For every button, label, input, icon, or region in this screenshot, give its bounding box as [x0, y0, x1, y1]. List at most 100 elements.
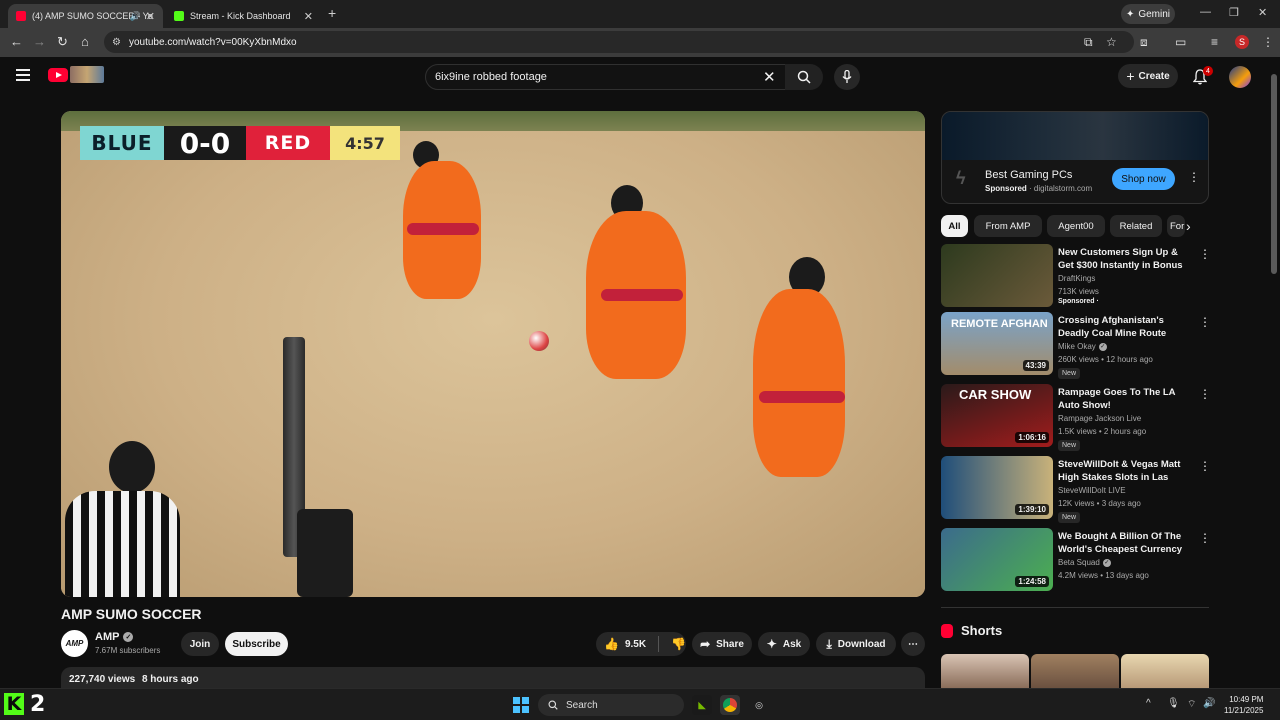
reload-icon[interactable]: ↻ [57, 34, 68, 50]
short-thumbnail[interactable] [1121, 654, 1209, 688]
recommendation-title[interactable]: We Bought A Billion Of The World's Cheap… [1058, 530, 1193, 556]
sumo-belt [407, 223, 479, 235]
recommendation-title[interactable]: Crossing Afghanistan's Deadly Coal Mine … [1058, 314, 1193, 340]
chrome-app-icon[interactable] [720, 695, 740, 715]
nvidia-app-icon[interactable]: ◣ [692, 695, 712, 715]
minimize-icon[interactable]: — [1200, 6, 1211, 18]
menu-icon[interactable] [16, 69, 30, 81]
network-icon[interactable]: ⌔ [1187, 698, 1196, 711]
join-button[interactable]: Join [181, 632, 219, 656]
recommendation-channel[interactable]: SteveWillDoIt LIVE [1058, 486, 1126, 495]
recommendation-channel[interactable]: DraftKings [1058, 274, 1095, 283]
recommendation-channel[interactable]: Beta Squad ✓ [1058, 558, 1111, 567]
channel-name[interactable]: AMP ✓ [95, 631, 134, 643]
more-vertical-icon[interactable]: ⋮ [1199, 531, 1211, 545]
site-info-icon[interactable]: ⚙ [112, 37, 121, 48]
gemini-button[interactable]: ✦ Gemini [1121, 4, 1175, 24]
more-actions-button[interactable]: ⋯ [901, 632, 925, 656]
short-thumbnail[interactable] [1031, 654, 1119, 688]
recommendation-meta: 260K views • 12 hours ago [1058, 355, 1153, 364]
recommendation-item[interactable]: 1:24:58 We Bought A Billion Of The World… [941, 528, 1211, 592]
tab-youtube[interactable]: (4) AMP SUMO SOCCER - Yo 🔊 ✕ [8, 4, 163, 28]
video-thumbnail[interactable]: CAR SHOW 1:06:16 [941, 384, 1053, 447]
bookmark-star-icon[interactable]: ☆ [1106, 35, 1117, 49]
recommendation-title[interactable]: New Customers Sign Up & Get $300 Instant… [1058, 246, 1193, 272]
recommendation-item[interactable]: CAR SHOW 1:06:16 Rampage Goes To The LA … [941, 384, 1211, 451]
recommendation-item[interactable]: 1:39:10 SteveWillDoIt & Vegas Matt High … [941, 456, 1211, 523]
chevron-right-icon[interactable]: › [1186, 218, 1191, 234]
subscribe-button[interactable]: Subscribe [225, 632, 288, 656]
recommendation-meta: 1.5K views • 2 hours ago [1058, 427, 1147, 436]
chip-all[interactable]: All [941, 215, 968, 237]
tab-kick-dashboard[interactable]: Stream - Kick Dashboard ✕ [166, 4, 321, 28]
side-panel-icon[interactable]: ▭ [1175, 35, 1186, 49]
speaker-icon[interactable]: 🔊 [130, 11, 141, 22]
youtube-header: 6ix9ine robbed footage ✕ + Create 4 [0, 57, 1280, 97]
verified-check-icon: ✓ [1098, 342, 1107, 351]
close-tab-icon[interactable]: ✕ [304, 10, 313, 23]
chip-related[interactable]: Related [1110, 215, 1162, 237]
chip-for-you[interactable]: For [1167, 215, 1185, 237]
video-player[interactable]: BLUE 0-0 RED 4:57 [61, 111, 925, 597]
shop-now-button[interactable]: Shop now [1112, 168, 1175, 190]
chip-from-amp[interactable]: From AMP [974, 215, 1042, 237]
video-thumbnail[interactable]: 1:39:10 [941, 456, 1053, 519]
volume-icon[interactable]: 🔊 [1203, 698, 1215, 709]
more-vertical-icon[interactable]: ⋮ [1199, 315, 1211, 329]
more-vertical-icon[interactable]: ⋮ [1199, 247, 1211, 261]
clear-search-icon[interactable]: ✕ [763, 68, 776, 86]
voice-search-button[interactable] [834, 64, 860, 90]
search-input[interactable]: 6ix9ine robbed footage [425, 64, 787, 90]
sponsored-ad-card[interactable]: ϟ Best Gaming PCs Sponsored · digitalsto… [941, 111, 1209, 204]
like-button[interactable]: 👍 9.5K [604, 637, 646, 651]
video-thumbnail[interactable] [941, 244, 1053, 307]
microphone-tray-icon[interactable]: 🎙 [1167, 698, 1180, 709]
obs-app-icon[interactable]: ◎ [749, 695, 769, 715]
back-icon[interactable]: ← [10, 34, 23, 49]
scrollbar-thumb[interactable] [1271, 74, 1277, 274]
recommendation-item[interactable]: New Customers Sign Up & Get $300 Instant… [941, 244, 1211, 308]
ad-more-icon[interactable]: ⋮ [1188, 170, 1200, 184]
windows-start-icon[interactable] [513, 697, 529, 713]
more-vertical-icon[interactable]: ⋮ [1199, 459, 1211, 473]
recommendation-channel[interactable]: Rampage Jackson Live [1058, 414, 1141, 423]
recommendation-channel[interactable]: Mike Okay ✓ [1058, 342, 1107, 351]
share-label: Share [716, 638, 744, 650]
system-clock[interactable]: 10:49 PM 11/21/2025 [1224, 694, 1263, 716]
create-button[interactable]: + Create [1118, 64, 1178, 88]
tray-chevron-icon[interactable]: ^ [1146, 698, 1151, 709]
thumbs-down-icon[interactable]: 👎 [671, 637, 686, 651]
notification-count-badge: 4 [1203, 66, 1213, 76]
url-field[interactable]: ⚙ youtube.com/watch?v=00KyXbnMdxo [104, 31, 1134, 53]
cast-icon[interactable]: ⧉ [1084, 35, 1093, 50]
close-tab-icon[interactable]: ✕ [146, 10, 155, 23]
ask-button[interactable]: ✦ Ask [758, 632, 810, 656]
browser-menu-icon[interactable]: ⋮ [1262, 35, 1274, 49]
share-button[interactable]: ➦ Share [692, 632, 752, 656]
youtube-logo[interactable] [48, 68, 68, 82]
recommendation-item[interactable]: REMOTE AFGHAN 43:39 Crossing Afghanistan… [941, 312, 1211, 379]
media-controls-icon[interactable]: ≡ [1211, 35, 1218, 49]
channel-avatar[interactable]: AMP [61, 630, 88, 657]
page-scrollbar[interactable] [1270, 62, 1278, 688]
extensions-icon[interactable]: ⧈ [1140, 35, 1148, 50]
forward-icon[interactable]: → [33, 34, 46, 49]
recommendation-title[interactable]: SteveWillDoIt & Vegas Matt High Stakes S… [1058, 458, 1193, 484]
taskbar-search[interactable]: Search [538, 694, 684, 716]
video-thumbnail[interactable]: REMOTE AFGHAN 43:39 [941, 312, 1053, 375]
download-button[interactable]: ⤓ Download [816, 632, 896, 656]
close-window-icon[interactable]: ✕ [1258, 6, 1267, 19]
youtube-doodle-logo[interactable] [70, 66, 104, 83]
more-vertical-icon[interactable]: ⋮ [1199, 387, 1211, 401]
short-thumbnail[interactable] [941, 654, 1029, 688]
search-button[interactable] [785, 64, 823, 90]
video-thumbnail[interactable]: 1:24:58 [941, 528, 1053, 591]
recommendation-title[interactable]: Rampage Goes To The LA Auto Show! [1058, 386, 1193, 412]
sumo-belt [759, 391, 845, 403]
new-tab-button[interactable]: + [328, 5, 336, 21]
chip-agent00[interactable]: Agent00 [1047, 215, 1105, 237]
account-avatar[interactable] [1229, 66, 1251, 88]
profile-avatar[interactable]: S [1235, 35, 1249, 49]
restore-icon[interactable]: ❐ [1229, 6, 1239, 19]
home-icon[interactable]: ⌂ [81, 34, 89, 49]
